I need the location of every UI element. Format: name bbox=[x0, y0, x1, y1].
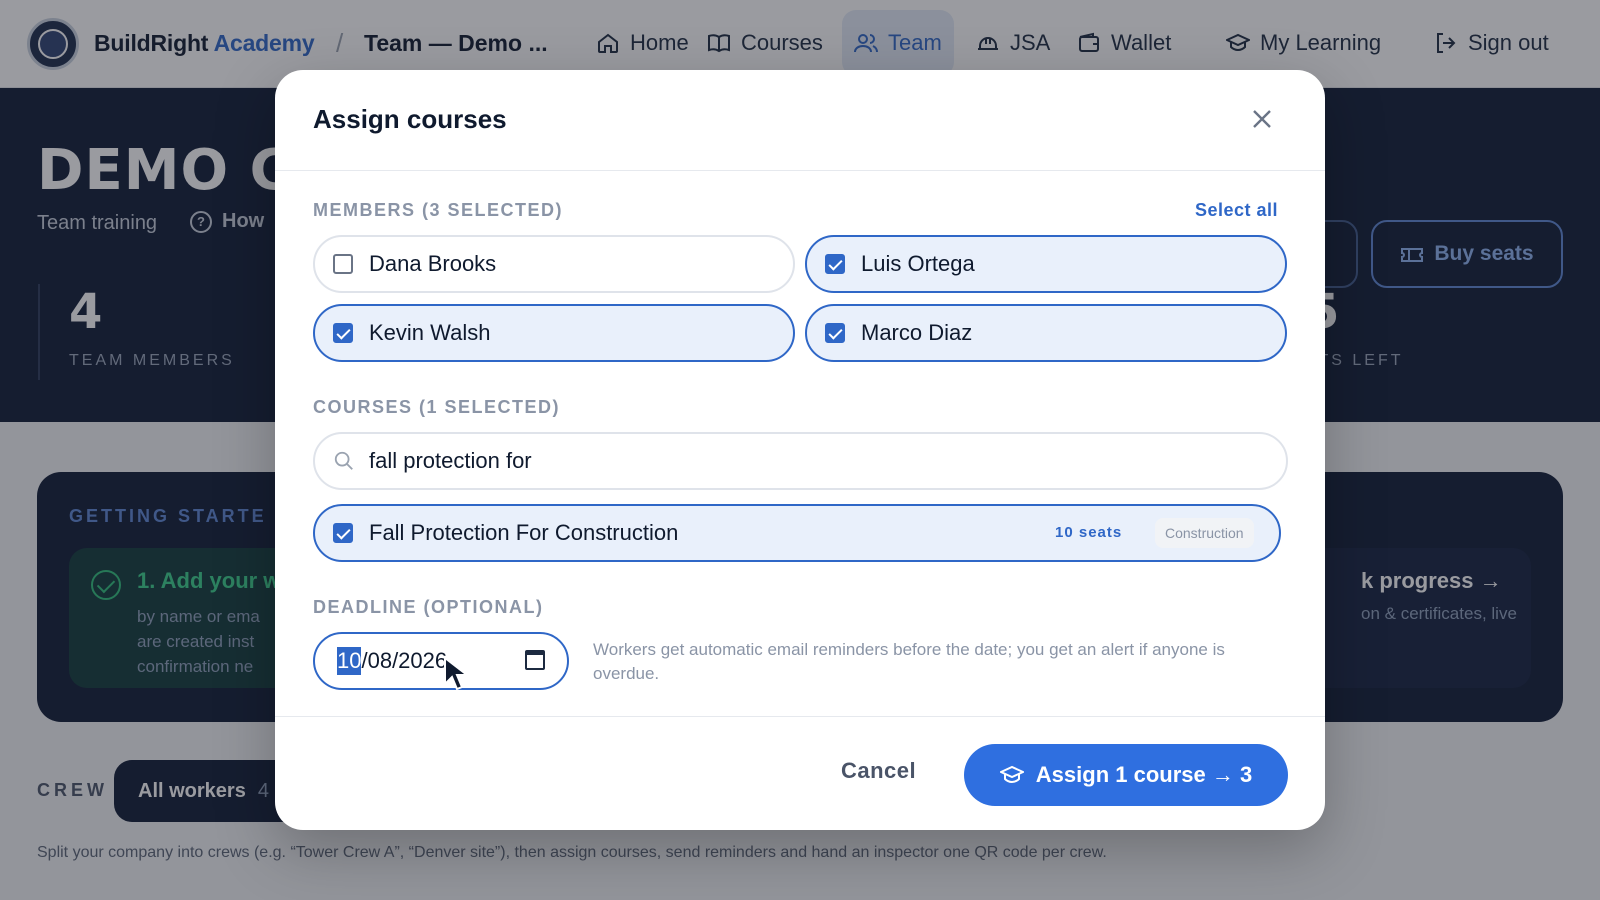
member-name: Kevin Walsh bbox=[369, 320, 491, 345]
date-day-segment[interactable]: 10 bbox=[337, 647, 362, 675]
member-dana-brooks[interactable]: Dana Brooks bbox=[313, 235, 795, 293]
dialog-divider bbox=[275, 170, 1325, 171]
course-checkbox[interactable] bbox=[333, 523, 353, 543]
member-checkbox[interactable] bbox=[333, 323, 353, 343]
member-kevin-walsh[interactable]: Kevin Walsh bbox=[313, 304, 795, 362]
select-all-link[interactable]: Select all bbox=[1195, 200, 1278, 221]
assign-button-label: Assign 1 course → 3 bbox=[1035, 762, 1253, 787]
member-name: Dana Brooks bbox=[369, 251, 497, 276]
deadline-help-text: Workers get automatic email reminders be… bbox=[593, 640, 1225, 683]
course-name: Fall Protection For Construction bbox=[369, 520, 679, 545]
member-luis-ortega[interactable]: Luis Ortega bbox=[805, 235, 1287, 293]
course-seats: 10 seats bbox=[1055, 524, 1123, 541]
calendar-icon[interactable] bbox=[525, 650, 545, 670]
course-category-tag: Construction bbox=[1155, 518, 1254, 548]
graduation-cap-icon bbox=[999, 765, 1024, 784]
search-icon bbox=[334, 451, 353, 470]
member-name: Luis Ortega bbox=[861, 251, 975, 276]
dialog-title: Assign courses bbox=[313, 104, 507, 134]
member-name: Marco Diaz bbox=[861, 320, 973, 345]
date-rest-segment[interactable]: /08/2026 bbox=[361, 648, 447, 674]
member-marco-diaz[interactable]: Marco Diaz bbox=[805, 304, 1287, 362]
course-option-fall-protection[interactable]: Fall Protection For Construction 10 seat… bbox=[313, 504, 1281, 562]
member-checkbox[interactable] bbox=[825, 254, 845, 274]
deadline-date-input[interactable]: 10 /08/2026 bbox=[313, 632, 569, 690]
courses-label: COURSES (1 SELECTED) bbox=[313, 397, 561, 417]
assign-button[interactable]: Assign 1 course → 3 bbox=[964, 744, 1288, 806]
footer-divider bbox=[275, 716, 1325, 717]
course-search-input[interactable]: fall protection for bbox=[313, 432, 1288, 490]
close-icon bbox=[1253, 110, 1271, 128]
cancel-button[interactable]: Cancel bbox=[841, 758, 916, 788]
search-value: fall protection for bbox=[369, 448, 532, 473]
deadline-label: DEADLINE (OPTIONAL) bbox=[313, 597, 544, 617]
member-checkbox[interactable] bbox=[825, 323, 845, 343]
members-label: MEMBERS (3 SELECTED) bbox=[313, 200, 564, 220]
assign-courses-dialog: Assign courses MEMBERS (3 SELECTED) Sele… bbox=[275, 70, 1325, 830]
close-button[interactable] bbox=[1247, 104, 1277, 134]
member-checkbox[interactable] bbox=[333, 254, 353, 274]
